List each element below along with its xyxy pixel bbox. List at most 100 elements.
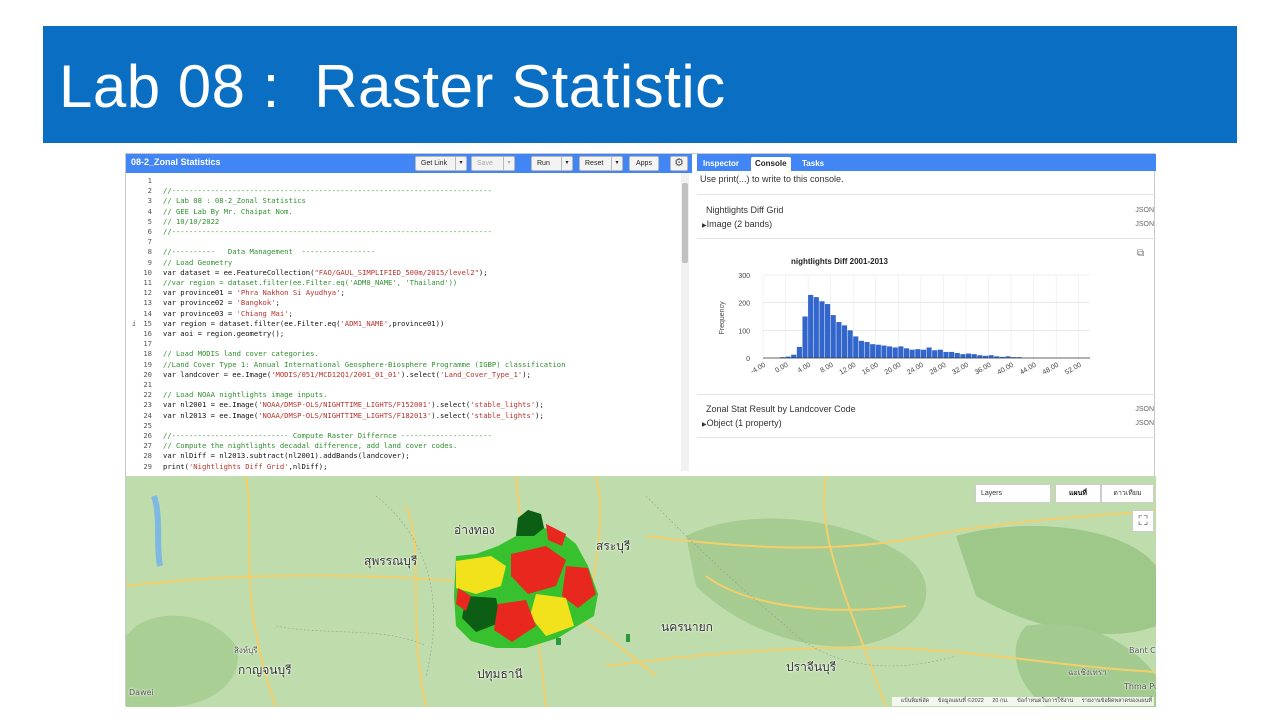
histogram-bar: [965, 353, 972, 358]
code-line[interactable]: 14 var province03 = 'Chiang Mai';: [126, 309, 686, 319]
code-line[interactable]: 9 // Load Geometry: [126, 258, 686, 268]
line-number: 14: [143, 308, 152, 318]
code-line[interactable]: 3 // Lab 08 : 08-2_Zonal Statistics: [126, 196, 686, 206]
line-number: 10: [143, 267, 152, 277]
gear-icon[interactable]: ⚙: [670, 156, 688, 171]
code-area[interactable]: 1 2 //------------------------------------…: [126, 173, 692, 471]
console-entry-sub: Object (1 property): [706, 418, 782, 428]
y-tick-label: 100: [738, 328, 750, 335]
x-tick-label: 48.00: [1041, 362, 1060, 377]
map-view[interactable]: อ่างทอง สุพรรณบุรี สระบุรี นครนายก ปราจี…: [126, 476, 1156, 707]
code-line[interactable]: 28 var nlDiff = nl2013.subtract(nl2001).a…: [126, 451, 686, 461]
panel-tabs: Inspector Console Tasks: [697, 154, 1156, 171]
map-type-map-button[interactable]: แผนที่: [1055, 484, 1101, 503]
code-line[interactable]: 6 //-------------------------------------…: [126, 227, 686, 237]
code-text: // 10/10/2022: [163, 216, 220, 226]
chevron-down-icon[interactable]: ▾: [561, 157, 572, 170]
script-name: 08-2_Zonal Statistics: [131, 157, 221, 167]
code-line[interactable]: 13 var province02 = 'Bangkok';: [126, 298, 686, 308]
line-number: 24: [143, 410, 152, 420]
chevron-down-icon[interactable]: ▾: [455, 157, 466, 170]
histogram-bar: [920, 349, 926, 358]
map-type-satellite-button[interactable]: ดาวเทียม: [1101, 484, 1154, 503]
json-link[interactable]: JSON: [1135, 207, 1154, 214]
histogram-bar: [926, 347, 932, 358]
histogram-bar: [932, 350, 938, 358]
histogram-bar: [909, 349, 915, 358]
tab-tasks[interactable]: Tasks: [798, 157, 828, 171]
code-text: var nl2013 = ee.Image('NOAA/DMSP-OLS/NIG…: [163, 410, 544, 420]
histogram-bar: [960, 354, 966, 358]
histogram-bar: [943, 351, 949, 358]
code-line[interactable]: 15 var region = dataset.filter(ee.Filter.…: [126, 319, 686, 329]
terms-link[interactable]: ข้อกำหนดในการใช้งาน: [1017, 698, 1073, 704]
line-number: 1: [147, 176, 152, 185]
code-text: // Load Geometry: [163, 257, 233, 267]
code-line[interactable]: 7: [126, 237, 686, 247]
place-label: ปราจีนบุรี: [786, 660, 837, 674]
get-link-button[interactable]: Get Link ▾: [415, 156, 467, 171]
info-icon[interactable]: i: [132, 319, 136, 329]
line-number: 13: [143, 298, 152, 308]
histogram-bar: [864, 341, 870, 358]
apps-button[interactable]: Apps: [629, 156, 659, 171]
json-link[interactable]: JSON: [1135, 406, 1154, 413]
code-line[interactable]: 17: [126, 339, 686, 349]
code-text: //--------------------------------------…: [163, 186, 492, 196]
report-error-link[interactable]: รายงานข้อผิดพลาดของแผนที่: [1082, 698, 1152, 704]
fullscreen-icon[interactable]: ⛶: [1132, 510, 1154, 532]
console-entry-title: Nightlights Diff Grid: [706, 205, 784, 215]
x-tick-label: 36.00: [974, 362, 993, 377]
line-number: 26: [143, 431, 152, 440]
json-link[interactable]: JSON: [1135, 420, 1154, 427]
code-text: var landcover = ee.Image('MODIS/051/MCD1…: [163, 369, 531, 379]
code-line[interactable]: 12 var province01 = 'Phra Nakhon Si Ayudh…: [126, 288, 686, 298]
code-line[interactable]: 11 //var region = dataset.filter(ee.Filte…: [126, 278, 686, 288]
divider: [697, 437, 1156, 438]
x-tick-label: 32.00: [951, 362, 970, 377]
code-line[interactable]: 18 // Load MODIS land cover categories.: [126, 349, 686, 359]
code-line[interactable]: 23 var nl2001 = ee.Image('NOAA/DMSP-OLS/N…: [126, 400, 686, 410]
code-line[interactable]: 16 var aoi = region.geometry();: [126, 329, 686, 339]
code-line[interactable]: 10 var dataset = ee.FeatureCollection("FA…: [126, 268, 686, 278]
histogram-bar: [853, 336, 859, 358]
json-link[interactable]: JSON: [1135, 221, 1154, 228]
code-line[interactable]: 19 //Land Cover Type 1: Annual Internatio…: [126, 360, 686, 370]
histogram-bar: [796, 346, 802, 358]
code-line[interactable]: 26 //--------------------------- Compute …: [126, 431, 686, 441]
histogram-bar: [977, 355, 983, 358]
code-line[interactable]: 4 // GEE Lab By Mr. Chaipat Nom.: [126, 207, 686, 217]
code-line[interactable]: 25: [126, 421, 686, 431]
tab-console[interactable]: Console: [751, 157, 791, 171]
code-line[interactable]: 1: [126, 176, 686, 186]
code-line[interactable]: 21: [126, 380, 686, 390]
histogram-bar: [825, 304, 831, 358]
tab-inspector[interactable]: Inspector: [699, 157, 743, 171]
save-button[interactable]: Save ▾: [471, 156, 515, 171]
line-number: 23: [143, 400, 152, 410]
code-line[interactable]: 8 //---------- Data Management ----------…: [126, 247, 686, 257]
code-line[interactable]: 27 // Compute the nightlights decadal dif…: [126, 441, 686, 451]
console-entry-object[interactable]: ▶Object (1 property): [702, 418, 782, 428]
get-link-label: Get Link: [421, 160, 448, 167]
histogram-bar: [988, 355, 994, 358]
poi-marker: [556, 638, 561, 645]
code-line[interactable]: 5 // 10/10/2022: [126, 217, 686, 227]
layers-control[interactable]: Layers: [975, 484, 1051, 503]
line-number: 9: [147, 257, 152, 267]
chevron-down-icon[interactable]: ▾: [611, 157, 622, 170]
code-text: // GEE Lab By Mr. Chaipat Nom.: [163, 206, 293, 216]
code-line[interactable]: 2 //-------------------------------------…: [126, 186, 686, 196]
keyboard-shortcuts-link[interactable]: แป้นพิมพ์ลัด: [901, 698, 930, 704]
code-line[interactable]: 20 var landcover = ee.Image('MODIS/051/MC…: [126, 370, 686, 380]
run-button[interactable]: Run ▾: [531, 156, 573, 171]
chevron-down-icon[interactable]: ▾: [503, 157, 514, 170]
code-line[interactable]: 22 // Load NOAA nightlights image inputs.: [126, 390, 686, 400]
console-entry-object[interactable]: ▶Image (2 bands): [702, 219, 772, 229]
gee-code-editor-window: 08-2_Zonal Statistics Get Link ▾ Save ▾ Ru…: [125, 153, 1156, 707]
reset-button[interactable]: Reset ▾: [579, 156, 623, 171]
histogram-bar: [836, 322, 842, 358]
open-in-new-icon[interactable]: ⧉: [1137, 248, 1144, 259]
code-line[interactable]: 24 var nl2013 = ee.Image('NOAA/DMSP-OLS/N…: [126, 411, 686, 421]
code-line[interactable]: 29 print('Nightlights Diff Grid',nlDiff);: [126, 462, 686, 471]
